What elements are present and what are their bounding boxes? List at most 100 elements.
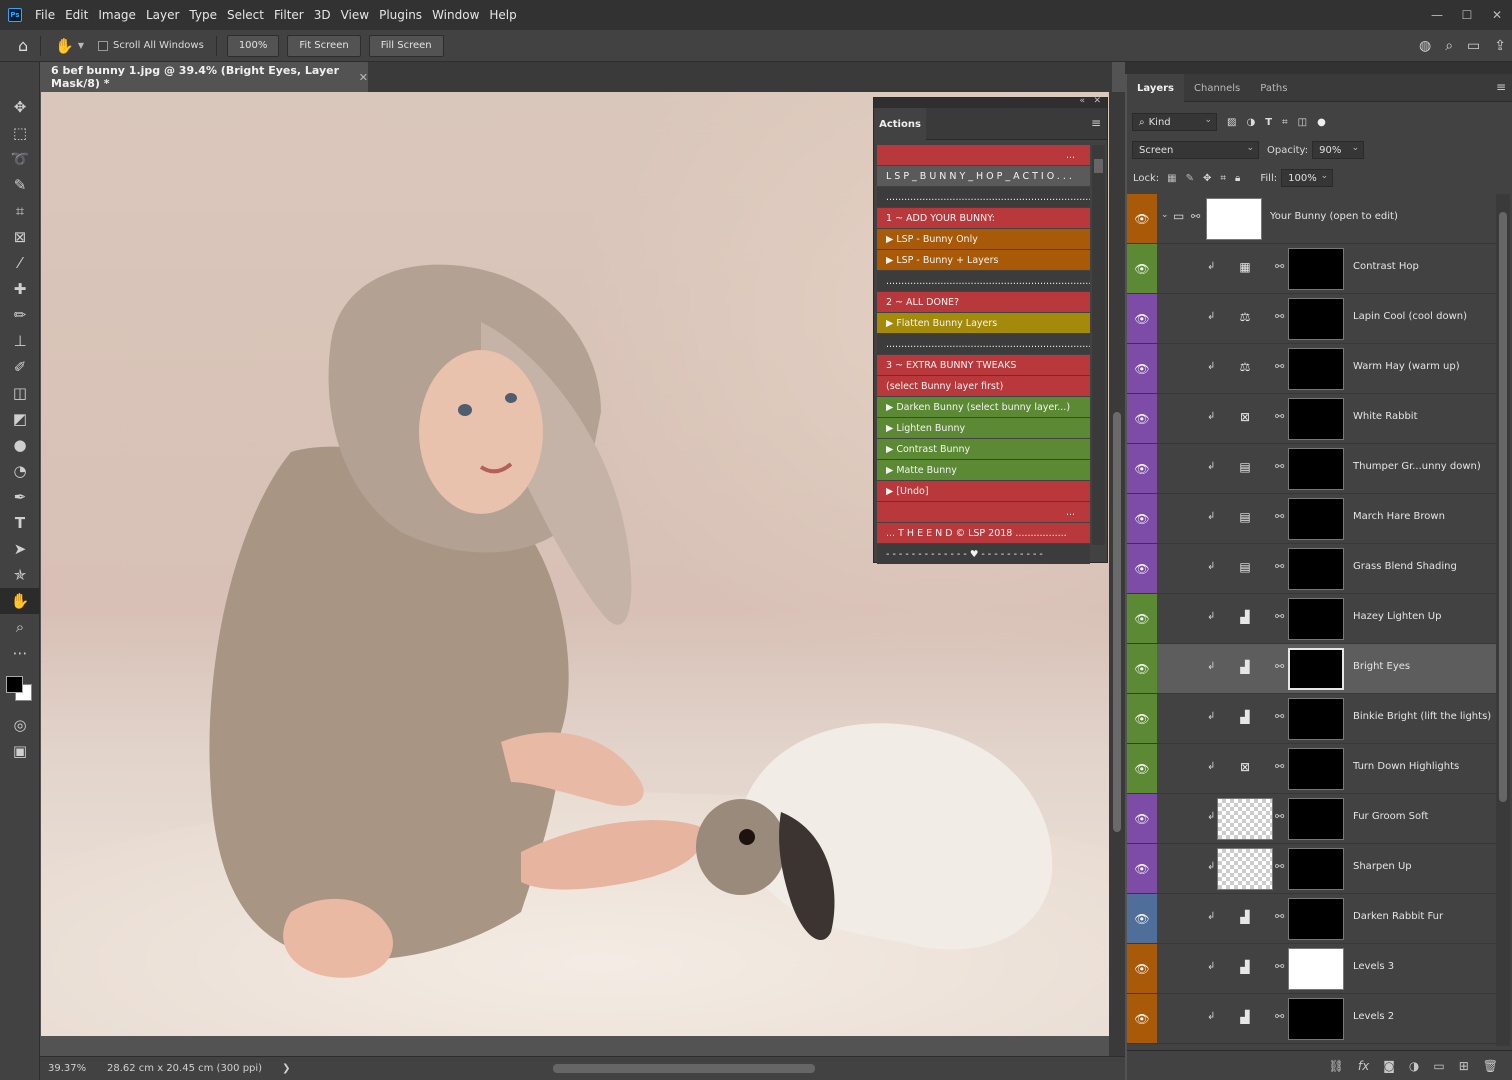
action-item[interactable]: ... (877, 502, 1090, 522)
filter-kind-select[interactable]: ⌕ Kind ⌄ (1132, 113, 1217, 131)
canvas-vertical-scrollbar[interactable] (1109, 92, 1125, 1056)
action-item[interactable]: - - - - - - - - - - - - - ♥ - - - - - - … (877, 544, 1090, 564)
layer-row[interactable]: 👁︎ ↲ ▟ ⚯ Levels 2 (1127, 994, 1496, 1044)
quick-select-tool-icon[interactable]: ✎ (0, 172, 40, 198)
action-item[interactable]: ........................................… (877, 271, 1090, 291)
action-item[interactable]: LSP_BUNNY_HOP_ACTIO... (877, 166, 1090, 186)
lock-artboard-icon[interactable]: ⌗ (1220, 173, 1226, 184)
layer-row[interactable]: 👁︎ ↲ ▟ ⚯ Binkie Bright (lift the lights) (1127, 694, 1496, 744)
layer-row[interactable]: 👁︎ ↲ ▟ ⚯ Bright Eyes (1127, 644, 1496, 694)
action-item[interactable]: ▶ Flatten Bunny Layers (877, 313, 1090, 333)
home-icon[interactable]: ⌂ (18, 36, 28, 55)
chevron-down-icon[interactable]: ▼ (78, 41, 84, 50)
share-icon[interactable]: ⇪ (1494, 38, 1506, 54)
panel-menu-icon[interactable]: ≡ (1091, 116, 1101, 130)
chain-icon[interactable]: ⚯ (1275, 760, 1284, 773)
layer-row[interactable]: 👁︎ ↲ ▤ ⚯ Grass Blend Shading (1127, 544, 1496, 594)
menu-select[interactable]: Select (222, 0, 269, 30)
visibility-eye-icon[interactable]: 👁︎ (1127, 994, 1157, 1043)
adjustment-type-icon[interactable]: ▟ (1237, 609, 1253, 625)
layer-row[interactable]: 👁︎ ↲ ⚯ Sharpen Up (1127, 844, 1496, 894)
chain-icon[interactable]: ⚯ (1275, 710, 1284, 723)
color-swatches[interactable] (0, 666, 39, 712)
fill-screen-button[interactable]: Fill Screen (368, 34, 444, 57)
filter-toggle-icon[interactable]: ● (1317, 117, 1326, 128)
chain-icon[interactable]: ⚯ (1275, 410, 1284, 423)
chain-icon[interactable]: ⚯ (1275, 960, 1284, 973)
layer-row[interactable]: 👁︎ ↲ ⊠ ⚯ White Rabbit (1127, 394, 1496, 444)
adjustment-icon[interactable]: ◑ (1409, 1059, 1419, 1073)
layer-row[interactable]: 👁︎ ↲ ⊠ ⚯ Turn Down Highlights (1127, 744, 1496, 794)
filter-pixel-icon[interactable]: ▨ (1227, 117, 1236, 128)
visibility-eye-icon[interactable]: 👁︎ (1127, 194, 1157, 243)
adjustment-type-icon[interactable]: ▟ (1237, 1009, 1253, 1025)
layer-mask-thumbnail[interactable] (1288, 298, 1344, 340)
layer-mask-thumbnail[interactable] (1288, 848, 1344, 890)
document-tab[interactable]: 6 bef bunny 1.jpg @ 39.4% (Bright Eyes, … (40, 62, 368, 92)
action-item[interactable]: ▶ Darken Bunny (select bunny layer...) (877, 397, 1090, 417)
panel-menu-icon[interactable]: ≡ (1496, 80, 1506, 94)
layer-row[interactable]: 👁︎ ↲ ▤ ⚯ March Hare Brown (1127, 494, 1496, 544)
adjustment-type-icon[interactable]: ▟ (1237, 709, 1253, 725)
menu-3d[interactable]: 3D (309, 0, 336, 30)
action-item[interactable]: ........................................… (877, 334, 1090, 354)
healing-tool-icon[interactable]: ✚ (0, 276, 40, 302)
action-item[interactable]: ▶ LSP - Bunny Only (877, 229, 1090, 249)
chain-icon[interactable]: ⚯ (1275, 260, 1284, 273)
dodge-tool-icon[interactable]: ◔ (0, 458, 40, 484)
search-icon[interactable]: ⌕ (1445, 38, 1453, 54)
maximize-button[interactable]: ☐ (1452, 8, 1482, 22)
marquee-tool-icon[interactable]: ⬚ (0, 120, 40, 146)
layer-mask-thumbnail[interactable] (1288, 948, 1344, 990)
layer-thumbnail[interactable] (1217, 798, 1273, 840)
layer-mask-thumbnail[interactable] (1288, 248, 1344, 290)
close-tab-icon[interactable]: ✕ (359, 71, 368, 84)
minimize-button[interactable]: — (1422, 8, 1452, 22)
menu-view[interactable]: View (336, 0, 374, 30)
chain-icon[interactable]: ⚯ (1275, 460, 1284, 473)
type-tool-icon[interactable]: T (0, 510, 40, 536)
lock-position-icon[interactable]: ✥ (1203, 173, 1211, 184)
layer-mask-thumbnail[interactable] (1288, 898, 1344, 940)
horizontal-scrollbar-thumb[interactable] (553, 1064, 815, 1073)
layer-mask-thumbnail[interactable] (1288, 448, 1344, 490)
visibility-eye-icon[interactable]: 👁︎ (1127, 794, 1157, 843)
path-select-tool-icon[interactable]: ➤ (0, 536, 40, 562)
close-window-button[interactable]: ✕ (1482, 8, 1512, 22)
collapse-icon[interactable]: « (1079, 96, 1085, 106)
mask-icon[interactable]: ◙ (1383, 1059, 1395, 1073)
close-panel-icon[interactable]: ✕ (1093, 96, 1101, 106)
group-expand-icon[interactable]: ⌄ (1161, 210, 1169, 220)
layer-row[interactable]: 👁︎ ⌄ ▭ ⚯ Your Bunny (open to edit) (1127, 194, 1496, 244)
action-item[interactable]: 3 ~ EXTRA BUNNY TWEAKS (877, 355, 1090, 375)
filter-adjustment-icon[interactable]: ◑ (1246, 117, 1255, 128)
actions-scrollbar[interactable] (1092, 145, 1105, 545)
adjustment-type-icon[interactable]: ▟ (1237, 909, 1253, 925)
chain-icon[interactable]: ⚯ (1191, 210, 1200, 223)
zoom-100-button[interactable]: 100% (226, 34, 280, 57)
lock-pixels-icon[interactable]: ✎ (1186, 173, 1194, 184)
fx-icon[interactable]: fx (1358, 1059, 1369, 1073)
screen-mode-icon[interactable]: ▣ (0, 738, 40, 764)
tab-actions[interactable]: Actions (874, 108, 926, 140)
lock-all-icon[interactable]: 🔒︎ (1235, 173, 1240, 184)
group-mask-thumbnail[interactable] (1206, 198, 1262, 240)
action-item[interactable]: 1 ~ ADD YOUR BUNNY: (877, 208, 1090, 228)
chain-icon[interactable]: ⚯ (1275, 310, 1284, 323)
layer-row[interactable]: 👁︎ ↲ ▤ ⚯ Thumper Gr...unny down) (1127, 444, 1496, 494)
layer-row[interactable]: 👁︎ ↲ ⚯ Fur Groom Soft (1127, 794, 1496, 844)
layer-row[interactable]: 👁︎ ↲ ▟ ⚯ Levels 3 (1127, 944, 1496, 994)
fit-screen-button[interactable]: Fit Screen (287, 34, 361, 57)
new-layer-icon[interactable]: ⊞ (1459, 1059, 1469, 1073)
action-item[interactable]: ▶ Lighten Bunny (877, 418, 1090, 438)
layer-row[interactable]: 👁︎ ↲ ▦ ⚯ Contrast Hop (1127, 244, 1496, 294)
adjustment-type-icon[interactable]: ⊠ (1237, 409, 1253, 425)
menu-image[interactable]: Image (93, 0, 141, 30)
brush-tool-icon[interactable]: ✏ (0, 302, 40, 328)
adjustment-type-icon[interactable]: ⚖ (1237, 359, 1253, 375)
visibility-eye-icon[interactable]: 👁︎ (1127, 694, 1157, 743)
layer-row[interactable]: 👁︎ ↲ ▟ ⚯ Darken Rabbit Fur (1127, 894, 1496, 944)
visibility-eye-icon[interactable]: 👁︎ (1127, 344, 1157, 393)
hand-tool-icon[interactable]: ✋ (0, 588, 40, 614)
pen-tool-icon[interactable]: ✒ (0, 484, 40, 510)
